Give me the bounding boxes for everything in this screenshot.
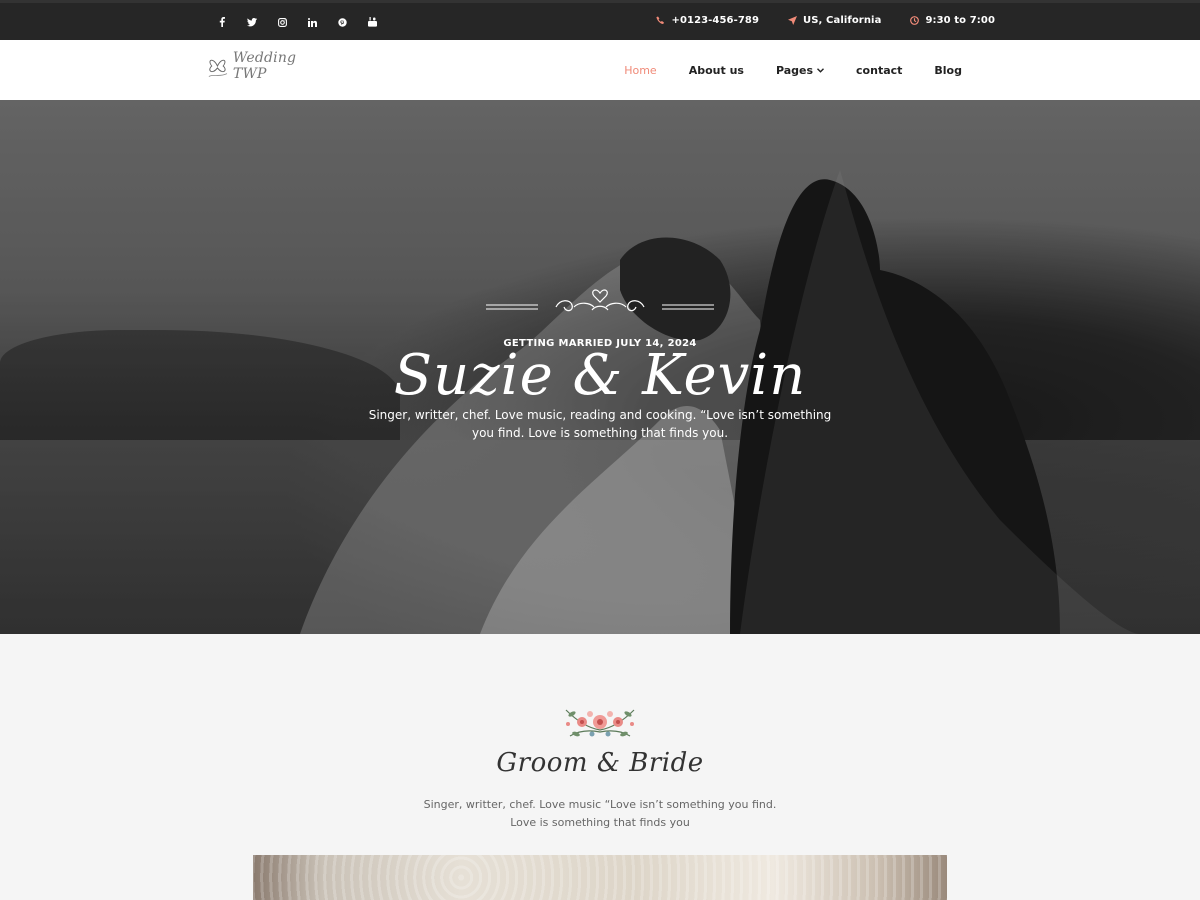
hours-contact: 9:30 to 7:00 (909, 15, 995, 26)
photo-lace-texture (253, 855, 947, 900)
nav-blog-label: Blog (934, 63, 962, 77)
location-text: US, California (803, 15, 882, 26)
pinterest-icon[interactable] (333, 14, 351, 30)
youtube-icon[interactable] (363, 14, 381, 30)
logo-text: Wedding TWP (232, 50, 297, 82)
hero-banner: GETTING MARRIED JULY 14, 2024 Suzie & Ke… (0, 100, 1200, 634)
section-description: Singer, writter, chef. Love music “Love … (423, 798, 777, 829)
nav-home[interactable]: Home (624, 64, 656, 77)
instagram-icon[interactable] (273, 14, 291, 30)
nav-pages-label: Pages (775, 63, 814, 77)
site-logo[interactable]: Wedding TWP (206, 48, 330, 84)
butterfly-logo-icon (208, 59, 228, 77)
linkedin-icon[interactable] (303, 14, 321, 30)
social-links (213, 14, 381, 30)
hero-description: Singer, writter, chef. Love music, readi… (368, 408, 832, 440)
hours-text: 9:30 to 7:00 (925, 15, 995, 26)
nav-about-us[interactable]: About us (689, 64, 744, 77)
twitter-icon[interactable] (243, 14, 261, 30)
nav-blog[interactable]: Blog (934, 64, 962, 77)
groom-bride-section: Groom & Bride Singer, writter, chef. Lov… (0, 634, 1200, 900)
floral-ornament-icon (565, 709, 635, 737)
nav-contact[interactable]: contact (856, 64, 902, 77)
hero-content: GETTING MARRIED JULY 14, 2024 Suzie & Ke… (0, 100, 1200, 634)
contact-info: +0123-456-789 US, California 9:30 to 7:0… (655, 15, 995, 26)
nav-about-us-label: About us (688, 63, 744, 77)
nav-pages[interactable]: Pages (775, 63, 825, 77)
phone-icon (655, 16, 665, 26)
couple-names-title: Suzie & Kevin (393, 343, 807, 408)
location-arrow-icon (787, 16, 797, 26)
heart-ornament-icon (486, 289, 714, 312)
top-bar: +0123-456-789 US, California 9:30 to 7:0… (0, 0, 1200, 40)
nav-home-label: Home (624, 63, 657, 77)
site-header: Wedding TWP Home About us Pages contact … (0, 40, 1200, 100)
main-nav: Home About us Pages contact Blog (624, 40, 962, 100)
phone-number: +0123-456-789 (671, 15, 760, 26)
phone-contact[interactable]: +0123-456-789 (655, 15, 759, 26)
nav-contact-label: contact (856, 63, 903, 77)
couple-photo (253, 855, 947, 900)
chevron-down-icon (817, 67, 825, 73)
facebook-icon[interactable] (213, 14, 231, 30)
clock-icon (909, 16, 919, 26)
location-contact: US, California (787, 15, 881, 26)
section-title: Groom & Bride (496, 748, 704, 778)
